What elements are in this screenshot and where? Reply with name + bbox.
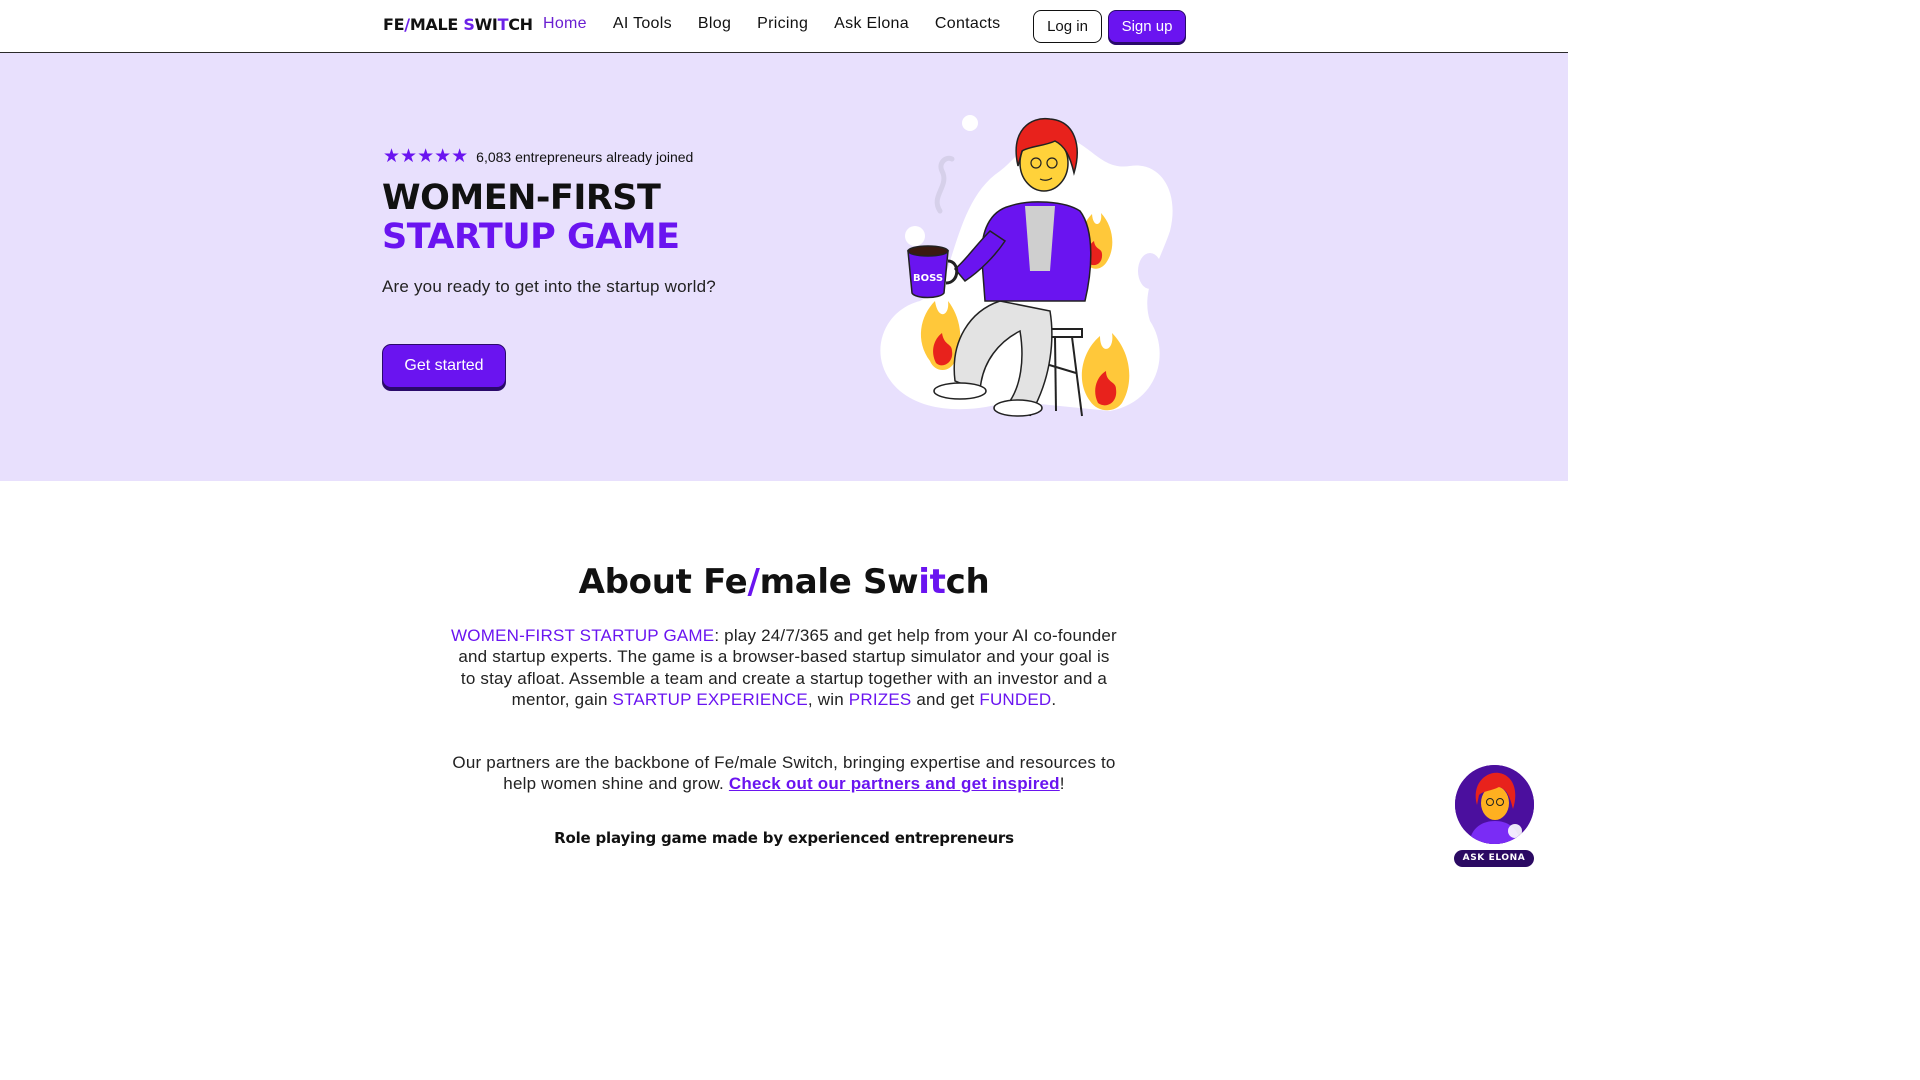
about-paragraph-game: WOMEN-FIRST STARTUP GAME: play 24/7/365 … [451,626,1117,709]
nav-link-contacts[interactable]: Contacts [935,15,1001,33]
rating-text: 6,083 entrepreneurs already joined [476,148,694,165]
boss-woman-illustration: BOSS [880,115,1173,417]
get-started-button[interactable]: Get started [382,344,506,388]
hero-section: ★★★★★ 6,083 entrepreneurs already joined… [0,53,1568,481]
star-rating-icons: ★★★★★ [383,146,469,167]
hero-title-line2: STARTUP GAME [382,217,680,257]
nav-link-blog[interactable]: Blog [698,15,731,33]
nav-link-pricing[interactable]: Pricing [757,15,808,33]
top-navbar: FE/MALE SWITCH Home AI Tools Blog Pricin… [0,0,1568,53]
about-title: About Fe/male Switch [578,562,990,602]
about-paragraph-partners: Our partners are the backbone of Fe/male… [452,753,1116,794]
signup-button[interactable]: Sign up [1108,10,1186,43]
nav-links: Home AI Tools Blog Pricing Ask Elona Con… [543,15,1026,33]
rating-row: ★★★★★ 6,083 entrepreneurs already joined [383,145,693,168]
character-shirt [1025,206,1055,271]
login-button[interactable]: Log in [1033,10,1102,43]
hero-title: WOMEN-FIRST STARTUP GAME [382,179,680,257]
ask-elona-widget[interactable]: ASK ELONA [1454,765,1536,869]
character-shoe [933,382,987,400]
site-logo[interactable]: FE/MALE SWITCH [383,15,533,34]
nav-link-ai-tools[interactable]: AI Tools [613,15,672,33]
ask-elona-label[interactable]: ASK ELONA [1454,850,1534,867]
elona-avatar[interactable] [1455,765,1534,844]
nav-link-ask-elona[interactable]: Ask Elona [834,15,909,33]
about-tagline: Role playing game made by experienced en… [554,829,1014,847]
hero-title-line1: WOMEN-FIRST [382,178,661,218]
character-shoe [993,399,1043,417]
elona-avatar-icon [1455,765,1534,844]
partners-link[interactable]: Check out our partners and get inspired [729,774,1060,793]
steam-swirl [934,155,955,214]
svg-text:BOSS: BOSS [913,273,943,284]
illustration-bubble [1138,253,1162,289]
illustration-bubble [962,115,978,131]
nav-link-home[interactable]: Home [543,15,587,33]
hero-subtitle: Are you ready to get into the startup wo… [382,277,716,296]
illustration-bubble [905,226,925,246]
